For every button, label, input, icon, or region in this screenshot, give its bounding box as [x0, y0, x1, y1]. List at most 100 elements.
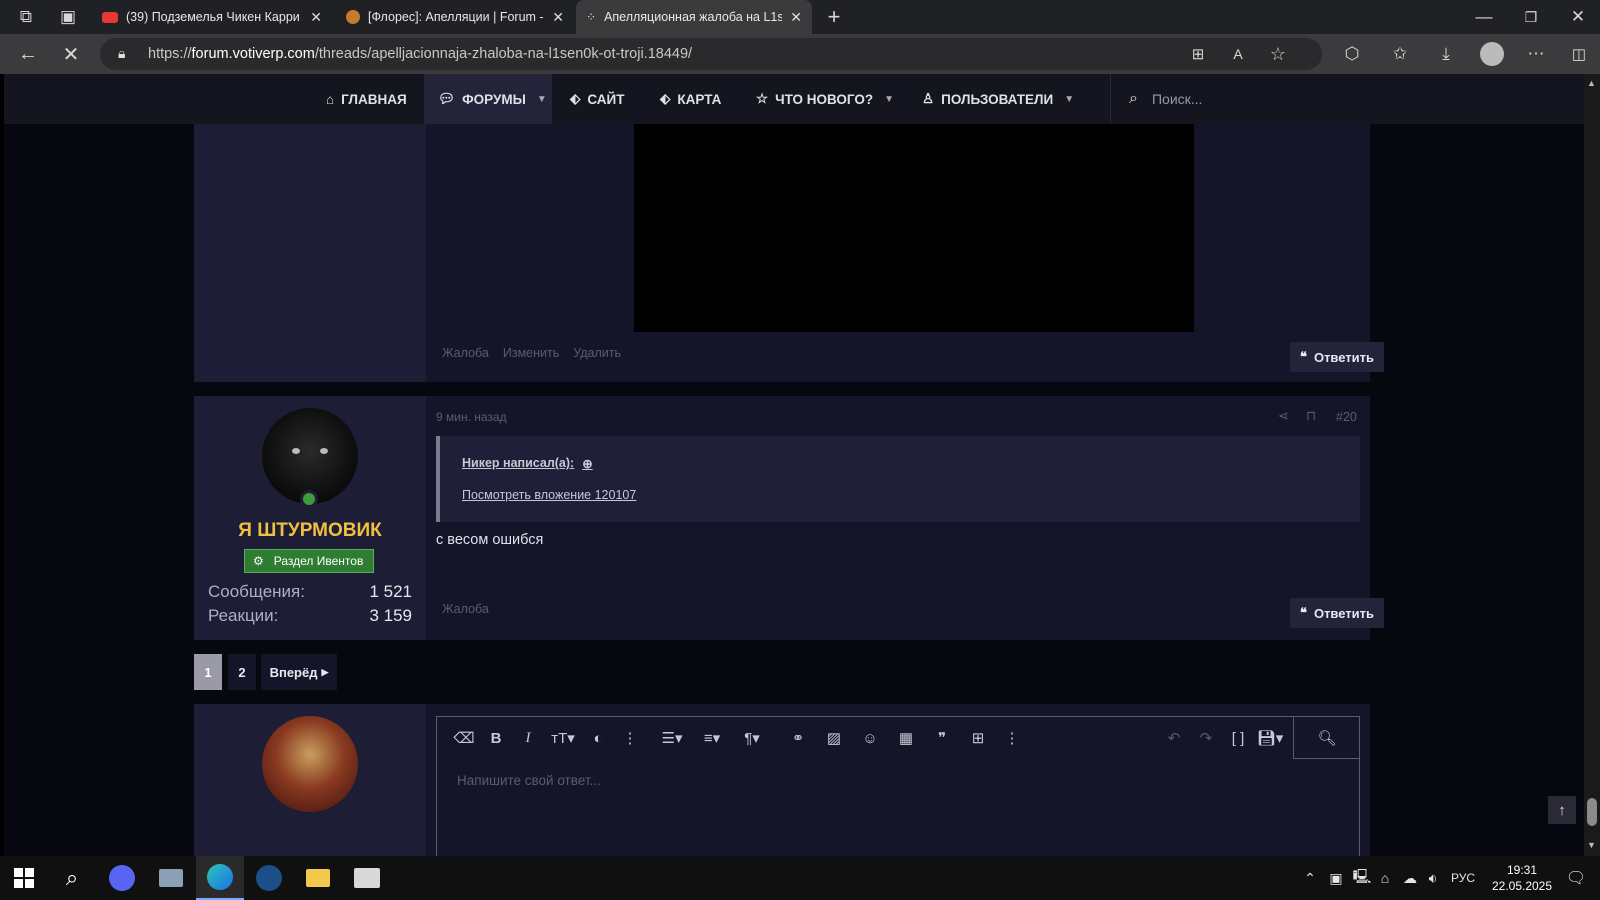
username[interactable]: Я ШТУРМОВИК	[194, 520, 426, 542]
bookmark-icon[interactable]: ⊓	[1306, 408, 1316, 424]
terminal-icon[interactable]	[343, 856, 391, 900]
list-icon[interactable]: ☰▾	[655, 723, 689, 753]
restore-icon[interactable]: ❐	[1517, 3, 1545, 31]
scrollbar-thumb[interactable]	[1587, 798, 1597, 826]
sidebar-toggle-icon[interactable]: ◫	[1565, 40, 1593, 68]
scroll-down-icon[interactable]: ▼	[1587, 840, 1596, 850]
delete-link[interactable]: Удалить	[573, 346, 621, 360]
more-options-icon[interactable]: ⋯	[1522, 40, 1550, 68]
nav-site[interactable]: ⬖ САЙТ	[570, 74, 625, 124]
language-indicator[interactable]: РУС	[1446, 856, 1480, 900]
preview-button[interactable]: 🔍︎	[1293, 717, 1359, 759]
quote-icon[interactable]: ❞	[927, 723, 957, 753]
workspaces-icon[interactable]: ⧉	[12, 3, 40, 31]
share-icon[interactable]: ⋖	[1278, 408, 1289, 424]
tray-icon[interactable]: ⌂	[1374, 856, 1396, 900]
edge-icon[interactable]	[196, 856, 244, 900]
post-time[interactable]: 9 мин. назад	[436, 410, 507, 424]
user-badge: ⚙ Раздел Ивентов	[244, 549, 374, 573]
page-scrollbar[interactable]: ▲ ▼	[1584, 74, 1600, 856]
profile-avatar-icon[interactable]	[1480, 42, 1504, 66]
chevron-down-icon[interactable]: ▼	[1064, 94, 1074, 105]
toggle-bbcode-icon[interactable]: [ ]	[1223, 723, 1253, 753]
tab-actions-icon[interactable]: ▣	[54, 3, 82, 31]
chevron-down-icon[interactable]: ▼	[884, 94, 894, 105]
palette-icon[interactable]: ◐	[585, 723, 611, 753]
arrow-up-circle-icon[interactable]: ⊕	[582, 456, 592, 471]
attachment-link[interactable]: Посмотреть вложение 120107	[462, 488, 636, 502]
align-icon[interactable]: ≡▾	[695, 723, 729, 753]
tray-app-icon[interactable]: ▣	[1324, 856, 1348, 900]
chevron-down-icon[interactable]: ▼	[537, 94, 547, 105]
more-vertical-icon[interactable]: ⋮	[999, 723, 1025, 753]
bold-icon[interactable]: B	[483, 723, 509, 753]
page-2-button[interactable]: 2	[228, 654, 256, 690]
eraser-icon[interactable]: ⌫	[451, 723, 477, 753]
close-tab-icon[interactable]: ✕	[552, 9, 564, 26]
page-1-button[interactable]: 1	[194, 654, 222, 690]
redo-icon[interactable]: ↷	[1191, 723, 1221, 753]
video-embed[interactable]	[634, 124, 1194, 332]
text-size-icon[interactable]: тT▾	[547, 723, 579, 753]
close-tab-icon[interactable]: ✕	[790, 9, 802, 26]
extensions-icon[interactable]: ⬡	[1338, 40, 1366, 68]
stop-icon[interactable]: ✕	[57, 40, 85, 68]
nav-forums[interactable]: 💬︎ ФОРУМЫ ▼	[424, 74, 552, 124]
reply-button[interactable]: ❝ Ответить	[1290, 342, 1384, 372]
nav-home[interactable]: ⌂ ГЛАВНАЯ	[324, 74, 409, 124]
image-icon[interactable]: ▨	[819, 723, 849, 753]
italic-icon[interactable]: I	[515, 723, 541, 753]
favorite-star-icon[interactable]: ☆	[1264, 40, 1292, 68]
discord-icon[interactable]	[98, 856, 146, 900]
tab-youtube[interactable]: (39) Подземелья Чикен Карри # ✕	[92, 0, 332, 34]
tab-active[interactable]: ⁘ Апелляционная жалоба на L1se ✕	[576, 0, 812, 34]
scroll-top-button[interactable]: ↑	[1548, 796, 1576, 824]
current-user-avatar[interactable]	[262, 716, 358, 812]
link-icon[interactable]: ⚭	[783, 723, 813, 753]
nav-users[interactable]: ♙ ПОЛЬЗОВАТЕЛИ ▼	[922, 74, 1074, 124]
reply-button[interactable]: ❝ Ответить	[1290, 598, 1384, 628]
app-available-icon[interactable]: ⊞	[1184, 40, 1212, 68]
close-window-icon[interactable]: ✕	[1564, 3, 1592, 31]
online-status-icon	[300, 490, 318, 508]
post-number[interactable]: #20	[1336, 410, 1357, 424]
tab-forum[interactable]: [Флорес]: Апелляции | Forum - V ✕	[336, 0, 574, 34]
steam-icon[interactable]	[245, 856, 293, 900]
report-link[interactable]: Жалоба	[442, 346, 489, 360]
notifications-icon[interactable]: 🗨︎	[1560, 856, 1592, 900]
new-tab-icon[interactable]: +	[820, 3, 848, 31]
smiley-icon[interactable]: ☺	[855, 723, 885, 753]
reply-input[interactable]: Напишите свой ответ...	[457, 773, 601, 788]
file-explorer-icon[interactable]	[294, 856, 342, 900]
table-icon[interactable]: ⊞	[963, 723, 993, 753]
windows-start-icon[interactable]	[0, 856, 48, 900]
edit-link[interactable]: Изменить	[503, 346, 559, 360]
app-icon[interactable]	[147, 856, 195, 900]
search-box[interactable]: ⌕ Поиск...	[1110, 74, 1364, 124]
scroll-up-icon[interactable]: ▲	[1587, 78, 1596, 88]
back-icon[interactable]: ←	[14, 40, 42, 68]
favorites-icon[interactable]: ✩	[1386, 40, 1414, 68]
address-bar[interactable]: 🔒︎ https://forum.votiverp.com/threads/ap…	[100, 38, 1322, 70]
minimize-icon[interactable]: —	[1470, 3, 1498, 31]
close-tab-icon[interactable]: ✕	[310, 9, 322, 26]
volume-icon[interactable]: 🔉︎	[1422, 856, 1444, 900]
onedrive-icon[interactable]: ☁	[1398, 856, 1422, 900]
downloads-icon[interactable]: ⤓	[1432, 40, 1460, 68]
drafts-icon[interactable]: 💾︎▾	[1253, 723, 1287, 753]
clock[interactable]: 19:31 22.05.2025	[1490, 862, 1554, 894]
read-aloud-icon[interactable]: A	[1224, 40, 1252, 68]
nav-whats-new[interactable]: ☆ ЧТО НОВОГО? ▼	[756, 74, 894, 124]
nav-map[interactable]: ⬖ КАРТА	[660, 74, 721, 124]
media-icon[interactable]: ▦	[891, 723, 921, 753]
chevron-up-icon[interactable]: ⌃	[1300, 856, 1320, 900]
nav-label: ФОРУМЫ	[462, 91, 526, 107]
search-icon[interactable]: ⌕	[48, 856, 96, 900]
quote-author[interactable]: Никер написал(а): ⊕	[462, 456, 593, 471]
paragraph-icon[interactable]: ¶▾	[735, 723, 769, 753]
more-vertical-icon[interactable]: ⋮	[617, 723, 643, 753]
next-page-button[interactable]: Вперёд ▶	[261, 654, 337, 690]
network-devices-icon[interactable]: 🖳︎	[1350, 856, 1374, 900]
undo-icon[interactable]: ↶	[1159, 723, 1189, 753]
report-link[interactable]: Жалоба	[442, 602, 489, 616]
